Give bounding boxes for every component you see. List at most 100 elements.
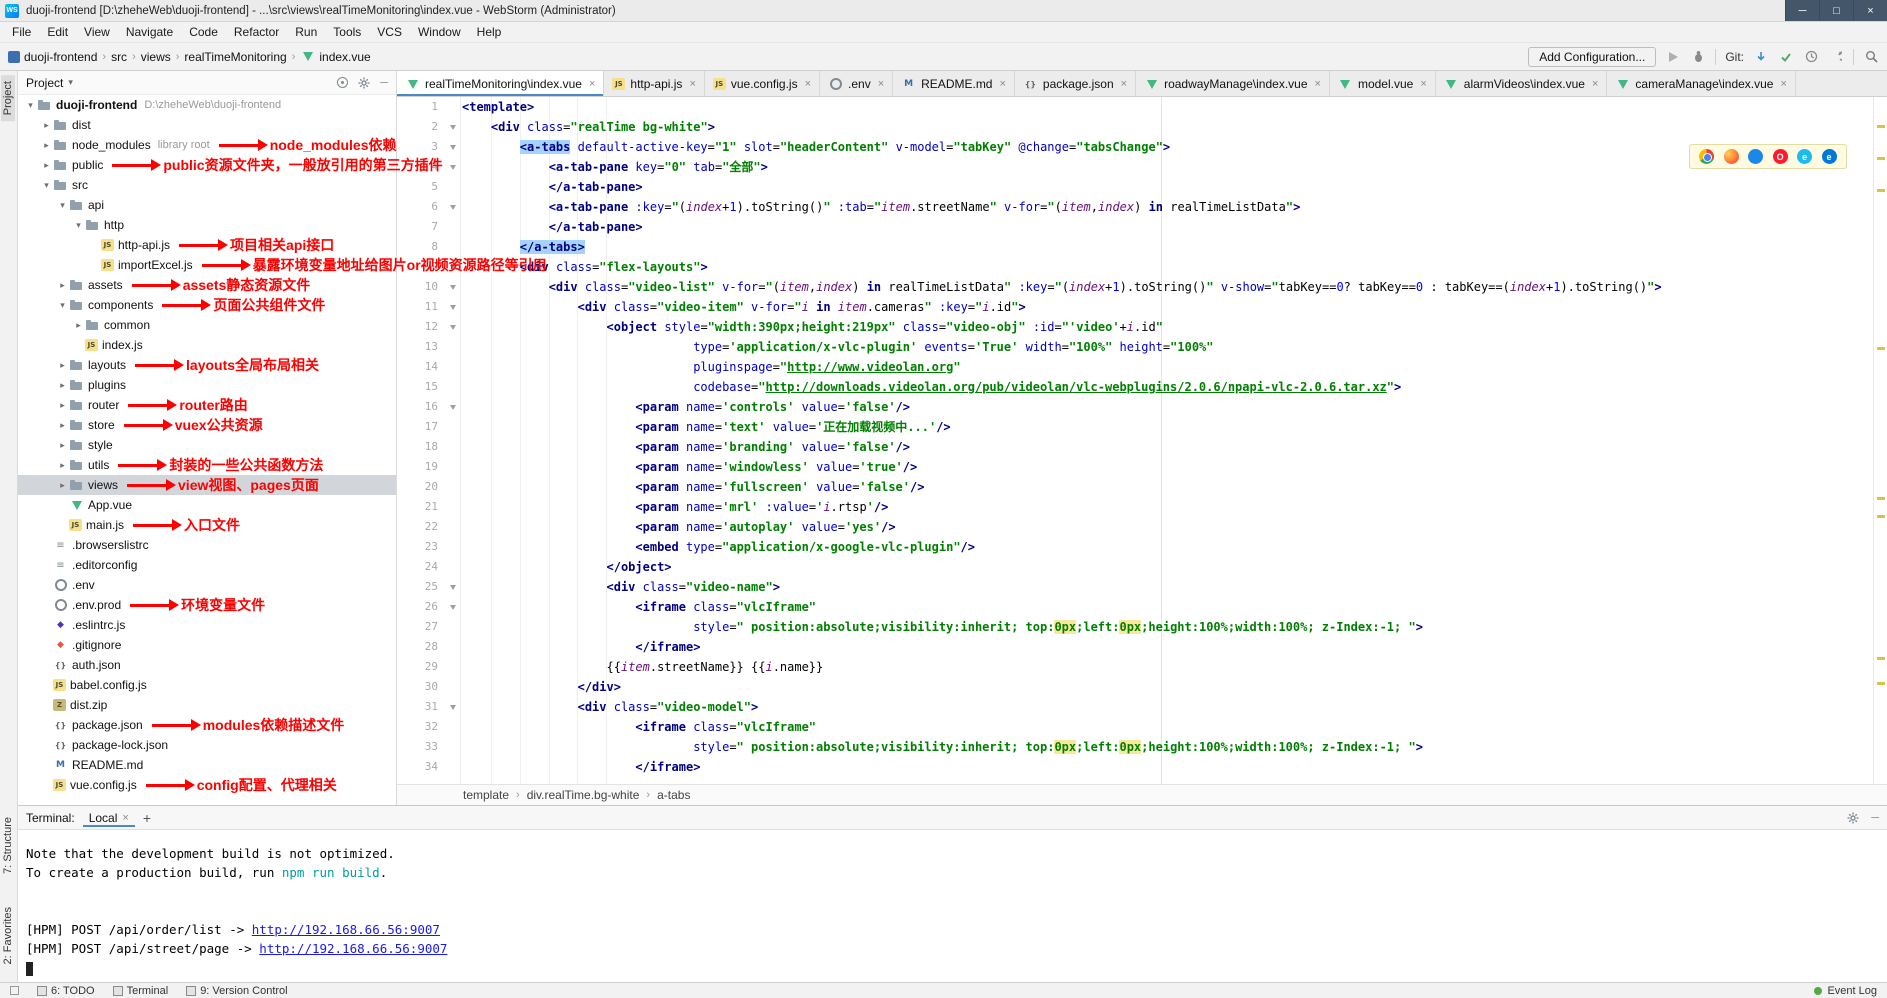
fold-icon[interactable] xyxy=(450,145,456,150)
terminal-tab-local[interactable]: Local × xyxy=(83,809,135,827)
fold-icon[interactable] xyxy=(450,165,456,170)
rollback-icon[interactable] xyxy=(1828,49,1844,65)
tree-item-plugins[interactable]: ▸plugins xyxy=(18,375,396,395)
warning-stripe-mark[interactable] xyxy=(1877,515,1885,518)
editor-tab-alarmvideos-index-vue[interactable]: alarmVideos\index.vue× xyxy=(1436,71,1608,97)
tool-button-favorites[interactable]: 2: Favorites xyxy=(1,901,15,970)
fold-icon[interactable] xyxy=(450,405,456,410)
code-area[interactable]: 1234567891011121314151617181920212223242… xyxy=(397,97,1873,784)
warning-stripe-mark[interactable] xyxy=(1877,682,1885,685)
hide-terminal-icon[interactable]: ─ xyxy=(1871,812,1879,824)
internet-explorer-icon[interactable]: e xyxy=(1797,149,1812,164)
editor-tab-model-vue[interactable]: model.vue× xyxy=(1330,71,1436,97)
chevron-right-icon[interactable]: ▸ xyxy=(40,160,53,171)
chevron-down-icon[interactable]: ▾ xyxy=(68,77,73,88)
close-tab-icon[interactable]: × xyxy=(999,78,1005,90)
warning-stripe-mark[interactable] xyxy=(1877,125,1885,128)
maximize-icon[interactable]: □ xyxy=(1819,0,1853,21)
fold-icon[interactable] xyxy=(450,305,456,310)
tree-item-utils[interactable]: ▸utils封装的一些公共函数方法 xyxy=(18,455,396,475)
tree-item-api[interactable]: ▾api xyxy=(18,195,396,215)
tree-item-http[interactable]: ▾http xyxy=(18,215,396,235)
chevron-down-icon[interactable]: ▾ xyxy=(72,220,85,231)
tree-item-router[interactable]: ▸routerrouter路由 xyxy=(18,395,396,415)
tree-item-http-api-js[interactable]: JShttp-api.js项目相关api接口 xyxy=(18,235,396,255)
chevron-right-icon[interactable]: ▸ xyxy=(56,420,69,431)
menu-tools[interactable]: Tools xyxy=(325,23,369,41)
chevron-down-icon[interactable]: ▾ xyxy=(56,200,69,211)
chevron-right-icon[interactable]: ▸ xyxy=(72,320,85,331)
close-tab-icon[interactable]: × xyxy=(1420,78,1426,90)
tree-item-src[interactable]: ▾src xyxy=(18,175,396,195)
editor-tab-realtimemonitoring-index-vue[interactable]: realTimeMonitoring\index.vue× xyxy=(397,71,604,97)
terminal-settings-gear-icon[interactable] xyxy=(1845,810,1861,826)
editor-tab-roadwaymanage-index-vue[interactable]: roadwayManage\index.vue× xyxy=(1136,71,1330,97)
tree-item-browserslistrc[interactable]: ≡.browserslistrc xyxy=(18,535,396,555)
close-tab-icon[interactable]: × xyxy=(878,78,884,90)
tool-window-switcher-icon[interactable] xyxy=(10,986,19,995)
chevron-right-icon[interactable]: ▸ xyxy=(56,440,69,451)
chevron-right-icon[interactable]: ▸ xyxy=(56,380,69,391)
tree-item-public[interactable]: ▸publicpublic资源文件夹，一般放引用的第三方插件 xyxy=(18,155,396,175)
add-configuration-button[interactable]: Add Configuration... xyxy=(1528,47,1656,67)
tree-item-index-js[interactable]: JSindex.js xyxy=(18,335,396,355)
tree-item-app-vue[interactable]: App.vue xyxy=(18,495,396,515)
fold-icon[interactable] xyxy=(450,205,456,210)
close-icon[interactable]: × xyxy=(1853,0,1887,21)
run-icon[interactable] xyxy=(1665,49,1681,65)
chevron-right-icon[interactable]: ▸ xyxy=(56,460,69,471)
fold-icon[interactable] xyxy=(450,125,456,130)
warning-stripe-mark[interactable] xyxy=(1877,189,1885,192)
close-tab-icon[interactable]: × xyxy=(689,78,695,90)
error-stripe-scrollbar[interactable] xyxy=(1873,97,1887,784)
history-icon[interactable] xyxy=(1803,49,1819,65)
tree-item-editorconfig[interactable]: ≡.editorconfig xyxy=(18,555,396,575)
menu-help[interactable]: Help xyxy=(469,23,510,41)
breadcrumb-item-realtimemonitoring[interactable]: realTimeMonitoring xyxy=(184,50,286,64)
chevron-right-icon[interactable]: ▸ xyxy=(40,140,53,151)
tree-item-duoji-frontend[interactable]: ▾duoji-frontendD:\zheheWeb\duoji-fronten… xyxy=(18,95,396,115)
tree-item-components[interactable]: ▾components页面公共组件文件 xyxy=(18,295,396,315)
fold-icon[interactable] xyxy=(450,585,456,590)
locate-file-icon[interactable] xyxy=(337,77,348,88)
editor-tab-package-json[interactable]: {}package.json× xyxy=(1015,71,1136,97)
new-terminal-session-icon[interactable]: + xyxy=(143,810,151,826)
tree-item-babel-config-js[interactable]: JSbabel.config.js xyxy=(18,675,396,695)
editor-tab-cameramanage-index-vue[interactable]: cameraManage\index.vue× xyxy=(1607,71,1796,97)
tree-item-eslintrc-js[interactable]: ◆.eslintrc.js xyxy=(18,615,396,635)
chevron-right-icon[interactable]: ▸ xyxy=(56,280,69,291)
tool-button-project[interactable]: Project xyxy=(1,75,15,121)
chevron-down-icon[interactable]: ▾ xyxy=(24,100,37,111)
menu-vcs[interactable]: VCS xyxy=(369,23,410,41)
tree-item-env-prod[interactable]: .env.prod环境变量文件 xyxy=(18,595,396,615)
warning-stripe-mark[interactable] xyxy=(1877,657,1885,660)
close-tab-icon[interactable]: × xyxy=(1121,78,1127,90)
editor-tab-env[interactable]: .env× xyxy=(820,71,893,97)
chevron-right-icon[interactable]: ▸ xyxy=(56,360,69,371)
close-tab-icon[interactable]: × xyxy=(1780,78,1786,90)
git-update-icon[interactable] xyxy=(1753,49,1769,65)
minimize-icon[interactable]: ─ xyxy=(1785,0,1819,21)
tree-item-auth-json[interactable]: {}auth.json xyxy=(18,655,396,675)
menu-window[interactable]: Window xyxy=(410,23,469,41)
status-item-9-version-control[interactable]: 9: Version Control xyxy=(186,985,287,997)
breadcrumb-item-duoji-frontend[interactable]: duoji-frontend xyxy=(8,50,97,64)
fold-icon[interactable] xyxy=(450,605,456,610)
editor-tab-http-api-js[interactable]: JShttp-api.js× xyxy=(604,71,704,97)
firefox-icon[interactable] xyxy=(1724,149,1739,164)
tree-item-style[interactable]: ▸style xyxy=(18,435,396,455)
menu-view[interactable]: View xyxy=(76,23,118,41)
menu-edit[interactable]: Edit xyxy=(39,23,76,41)
fold-icon[interactable] xyxy=(450,705,456,710)
fold-icon[interactable] xyxy=(450,325,456,330)
tree-item-gitignore[interactable]: ◆.gitignore xyxy=(18,635,396,655)
chevron-right-icon[interactable]: ▸ xyxy=(56,400,69,411)
chevron-down-icon[interactable]: ▾ xyxy=(40,180,53,191)
tree-item-dist-zip[interactable]: Zdist.zip xyxy=(18,695,396,715)
opera-icon[interactable]: O xyxy=(1773,149,1788,164)
terminal-output[interactable]: Note that the development build is not o… xyxy=(18,830,1887,982)
chevron-down-icon[interactable]: ▾ xyxy=(56,300,69,311)
warning-stripe-mark[interactable] xyxy=(1877,497,1885,500)
breadcrumb-item-src[interactable]: src xyxy=(111,50,127,64)
tree-item-package-json[interactable]: {}package.jsonmodules依赖描述文件 xyxy=(18,715,396,735)
